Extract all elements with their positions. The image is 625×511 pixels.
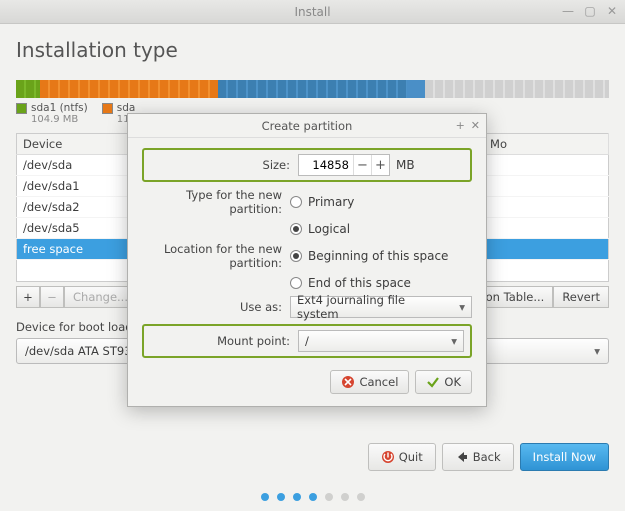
loc-label: Location for the new partition:	[142, 242, 282, 270]
dialog-titlebar: Create partition + ✕	[128, 114, 486, 138]
loc-end-radio[interactable]	[290, 277, 302, 289]
col-mount[interactable]: Mo	[484, 134, 609, 155]
minimize-icon[interactable]: —	[561, 4, 575, 18]
primary-radio[interactable]	[290, 196, 302, 208]
cancel-icon	[341, 375, 355, 389]
step-dot[interactable]	[293, 493, 301, 501]
size-unit: MB	[396, 158, 415, 172]
partition-seg-sda2	[40, 80, 218, 98]
ptype-label: Type for the new partition:	[142, 188, 282, 216]
mount-combo[interactable]: /	[298, 330, 464, 352]
page-title: Installation type	[16, 38, 609, 62]
primary-label: Primary	[308, 195, 354, 209]
ok-button[interactable]: OK	[415, 370, 472, 394]
useas-value: Ext4 journaling file system	[297, 293, 449, 321]
partition-seg-free	[425, 80, 609, 98]
partition-bar	[16, 80, 609, 98]
mount-label: Mount point:	[150, 334, 290, 348]
logical-label: Logical	[308, 222, 350, 236]
step-dot[interactable]	[341, 493, 349, 501]
mount-row-highlight: Mount point: /	[142, 324, 472, 358]
back-button[interactable]: Back	[442, 443, 514, 471]
power-icon	[381, 450, 395, 464]
legend-sda1-label: sda1 (ntfs)	[31, 102, 88, 114]
arrow-left-icon	[455, 450, 469, 464]
mount-value: /	[305, 334, 309, 348]
create-partition-dialog: Create partition + ✕ Size: − + MB Type f…	[127, 113, 487, 407]
size-input[interactable]	[299, 155, 353, 175]
window-title: Install	[294, 5, 330, 19]
dialog-title: Create partition	[262, 119, 353, 133]
size-label: Size:	[150, 158, 290, 172]
size-decrement-button[interactable]: −	[353, 155, 371, 175]
window-titlebar: Install — ▢ ✕	[0, 0, 625, 24]
partition-seg-sda5	[218, 80, 408, 98]
useas-combo[interactable]: Ext4 journaling file system	[290, 296, 472, 318]
remove-partition-button[interactable]: −	[40, 286, 64, 308]
swatch-orange-icon	[102, 103, 113, 114]
swatch-green-icon	[16, 103, 27, 114]
legend-sda1-size: 104.9 MB	[31, 114, 88, 125]
size-spinner[interactable]: − +	[298, 154, 390, 176]
dialog-close-icon[interactable]: ✕	[471, 119, 480, 132]
cancel-button[interactable]: Cancel	[330, 370, 409, 394]
check-icon	[426, 375, 440, 389]
step-dot[interactable]	[277, 493, 285, 501]
dialog-expand-icon[interactable]: +	[456, 119, 465, 132]
partition-seg-extra	[407, 80, 425, 98]
logical-radio[interactable]	[290, 223, 302, 235]
size-row-highlight: Size: − + MB	[142, 148, 472, 182]
step-dot[interactable]	[309, 493, 317, 501]
step-dots	[0, 493, 625, 501]
install-now-button[interactable]: Install Now	[520, 443, 609, 471]
close-icon[interactable]: ✕	[605, 4, 619, 18]
size-increment-button[interactable]: +	[371, 155, 389, 175]
step-dot[interactable]	[325, 493, 333, 501]
partition-seg-sda1	[16, 80, 40, 98]
step-dot[interactable]	[261, 493, 269, 501]
quit-button[interactable]: Quit	[368, 443, 436, 471]
maximize-icon[interactable]: ▢	[583, 4, 597, 18]
loc-end-label: End of this space	[308, 276, 411, 290]
revert-button[interactable]: Revert	[553, 286, 609, 308]
loc-begin-label: Beginning of this space	[308, 249, 448, 263]
loc-begin-radio[interactable]	[290, 250, 302, 262]
add-partition-button[interactable]: +	[16, 286, 40, 308]
useas-label: Use as:	[142, 300, 282, 314]
step-dot[interactable]	[357, 493, 365, 501]
